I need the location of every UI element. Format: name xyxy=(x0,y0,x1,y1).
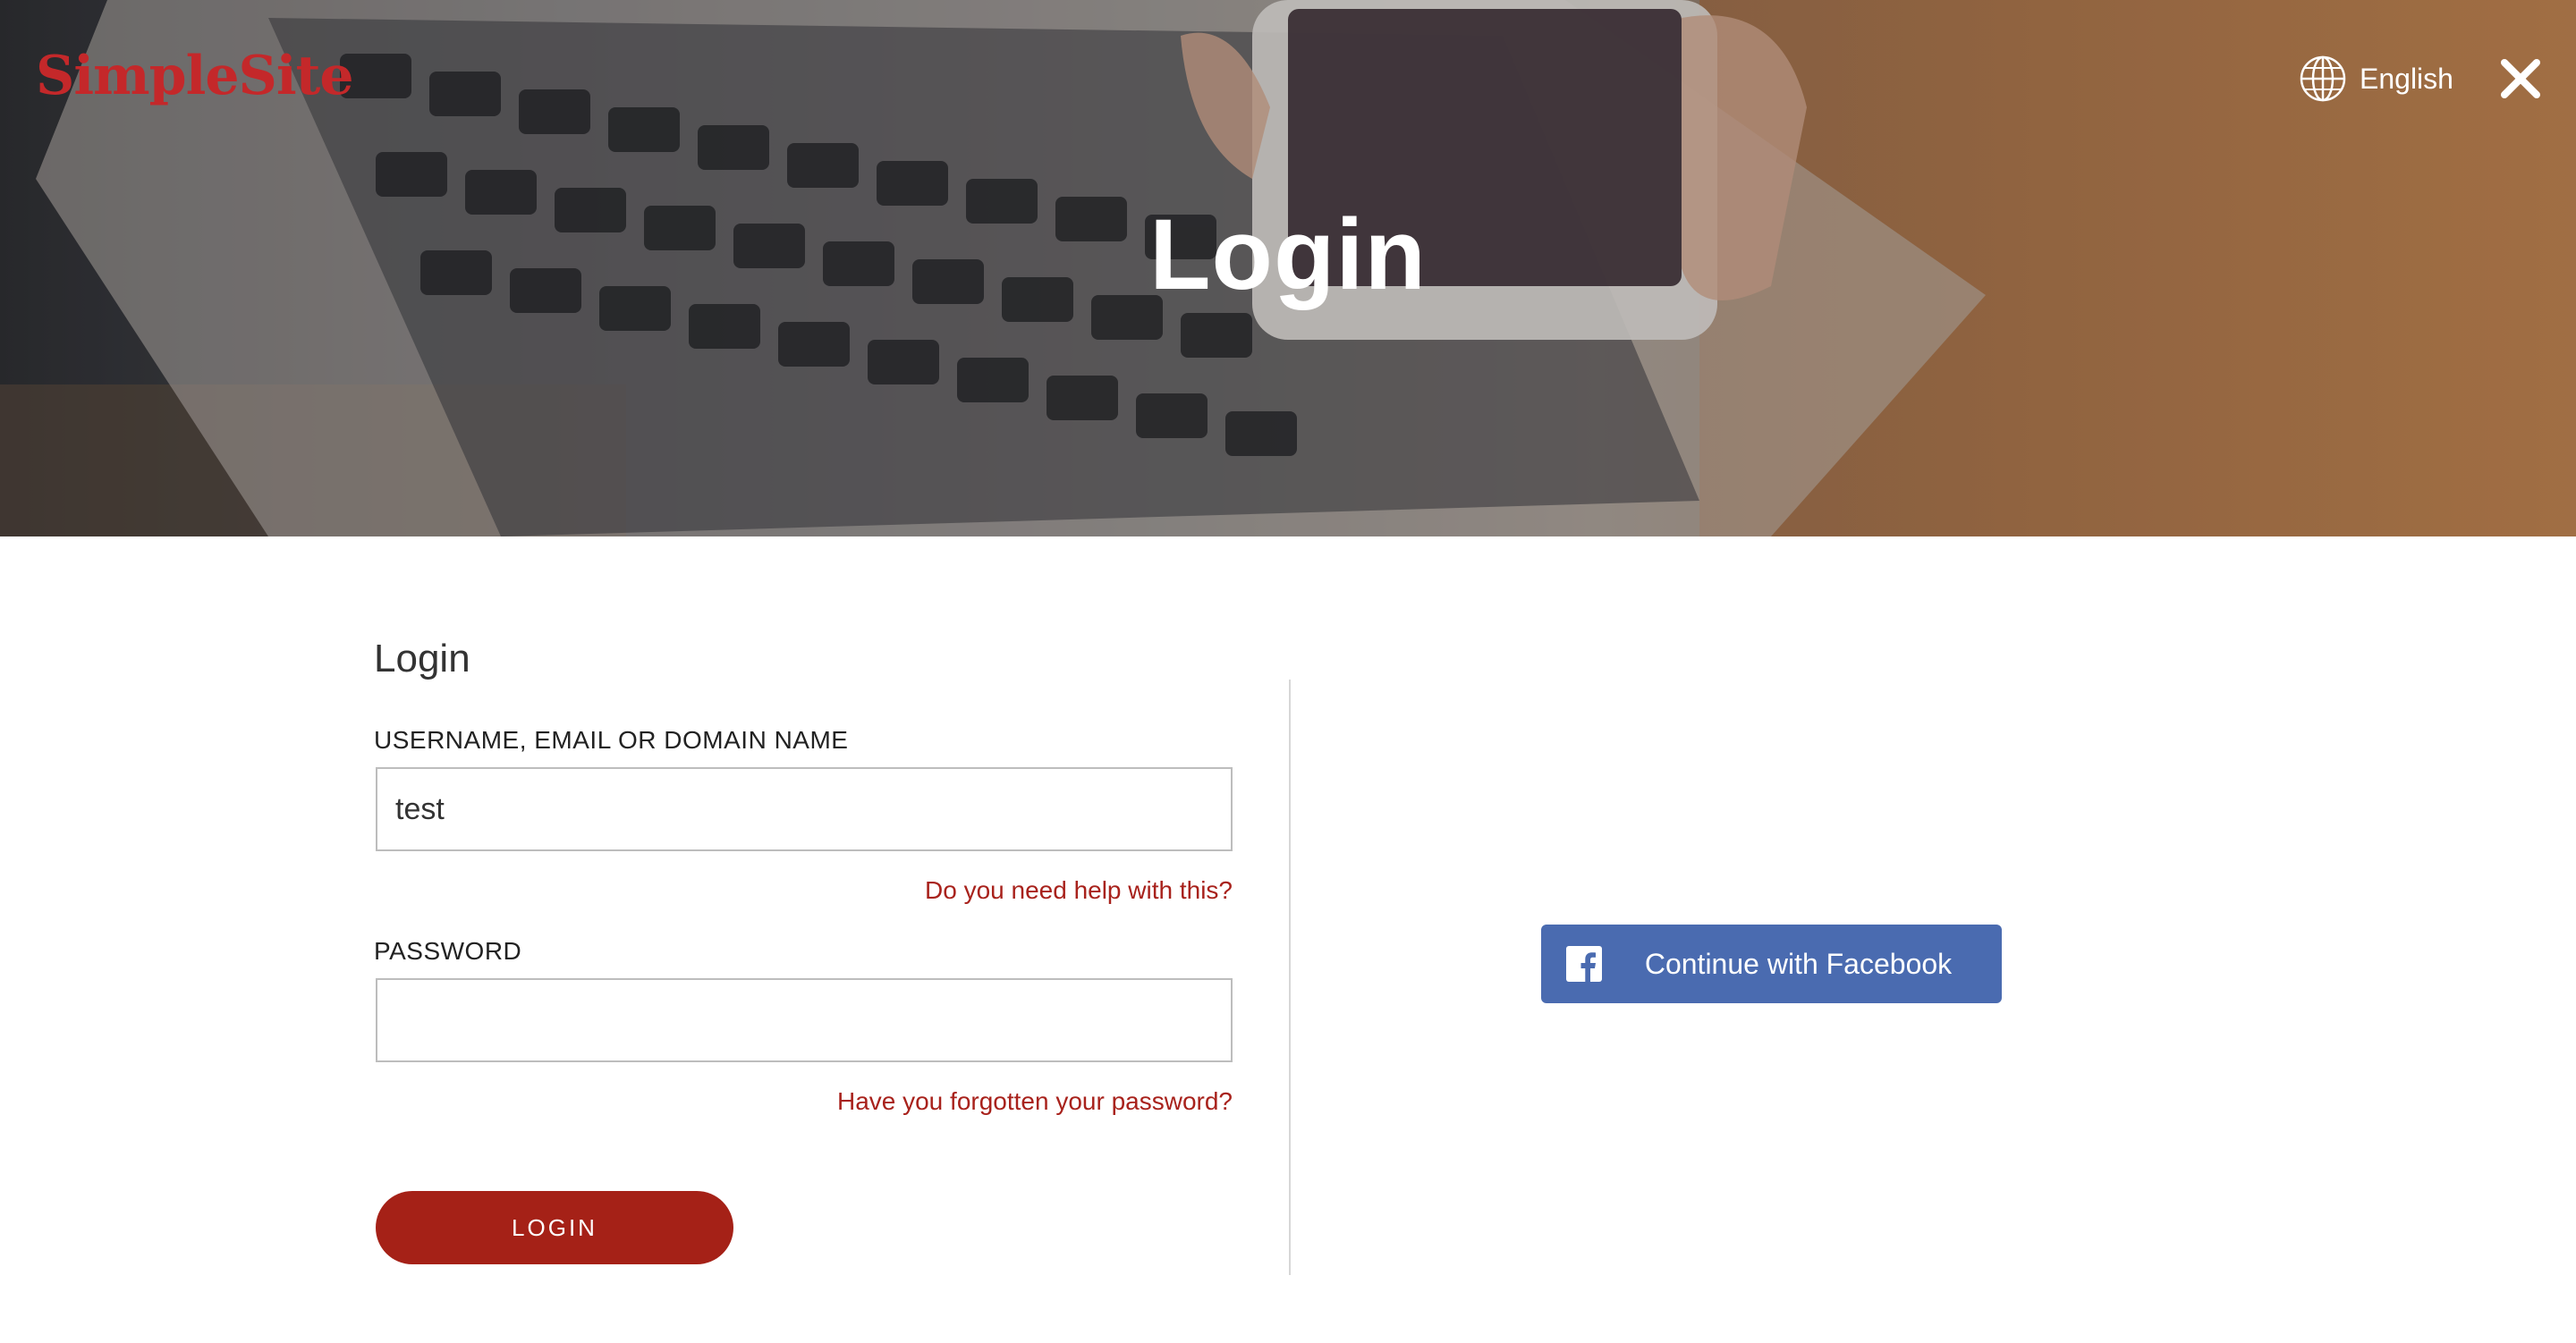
password-label: PASSWORD xyxy=(374,937,522,965)
continue-with-facebook-button[interactable]: Continue with Facebook xyxy=(1541,925,2002,1003)
username-help-link[interactable]: Do you need help with this? xyxy=(925,876,1233,905)
facebook-button-label: Continue with Facebook xyxy=(1644,947,1953,980)
language-label: English xyxy=(2360,62,2453,95)
language-selector[interactable]: English xyxy=(2299,54,2453,104)
page-title: Login xyxy=(1149,198,1427,310)
login-form-heading: Login xyxy=(374,637,470,680)
globe-icon xyxy=(2300,55,2346,102)
username-label: USERNAME, EMAIL OR DOMAIN NAME xyxy=(374,726,849,754)
vertical-divider xyxy=(1289,680,1291,1275)
close-icon xyxy=(2501,59,2540,98)
close-button[interactable] xyxy=(2496,54,2546,104)
simplesite-logo[interactable]: SimpleSite xyxy=(36,45,354,107)
login-button[interactable]: LOGIN xyxy=(376,1191,733,1264)
password-input[interactable] xyxy=(376,978,1233,1062)
username-input[interactable] xyxy=(376,767,1233,851)
hero-banner: SimpleSite English Login xyxy=(0,0,2576,536)
forgot-password-link[interactable]: Have you forgotten your password? xyxy=(837,1087,1233,1116)
